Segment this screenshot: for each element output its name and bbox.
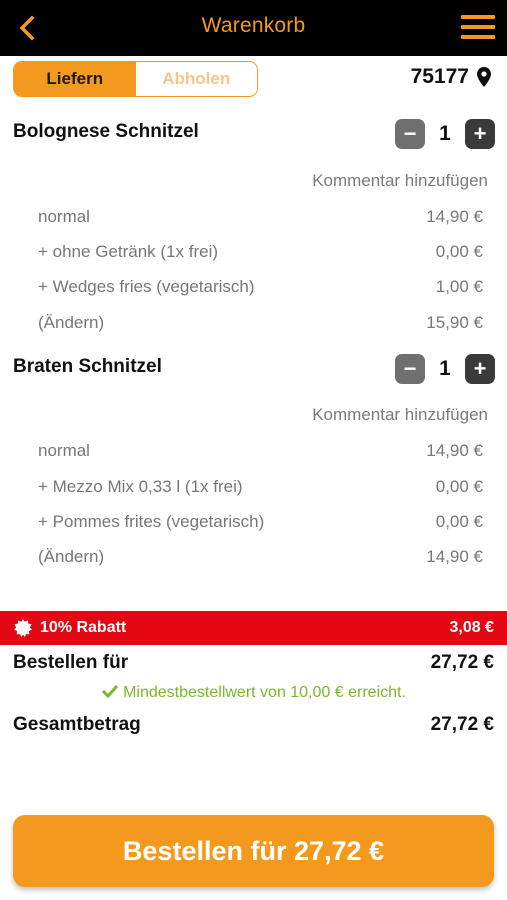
min-order-text: Mindestbestellwert von 10,00 € erreicht. (123, 684, 406, 701)
app-header: Warenkorb (0, 0, 507, 56)
add-comment-link[interactable]: Kommentar hinzufügen (312, 171, 488, 191)
place-order-button[interactable]: Bestellen für 27,72 € (13, 815, 494, 887)
line-price: 0,00 € (435, 512, 483, 531)
page-title: Warenkorb (201, 14, 306, 37)
item-line: + ohne Getränk (1x frei) 0,00 € (38, 242, 483, 262)
total-row: Gesamtbetrag 27,72 € (13, 714, 494, 736)
total-label: Gesamtbetrag (13, 714, 141, 735)
increase-quantity-button[interactable]: + (465, 354, 495, 384)
hamburger-menu-icon (461, 15, 495, 19)
quantity-value: 1 (439, 122, 451, 145)
order-for-label: Bestellen für (13, 652, 129, 673)
item-line: normal 14,90 € (38, 441, 483, 461)
item-line: (Ändern) 15,90 € (38, 313, 483, 333)
min-order-message: Mindestbestellwert von 10,00 € erreicht. (0, 684, 507, 702)
edit-item-link[interactable]: (Ändern) (38, 313, 104, 333)
item-line: + Wedges fries (vegetarisch) 1,00 € (38, 277, 483, 297)
zip-code: 75177 (410, 65, 469, 88)
discount-amount: 3,08 € (449, 619, 494, 636)
item-line: + Mezzo Mix 0,33 l (1x frei) 0,00 € (38, 477, 483, 497)
increase-quantity-button[interactable]: + (465, 119, 495, 149)
line-label: + Pommes frites (vegetarisch) (38, 512, 265, 531)
delivery-mode-toggle: Liefern Abholen (13, 61, 258, 97)
line-price: 14,90 € (426, 441, 483, 460)
line-price: 14,90 € (426, 207, 483, 226)
deliver-option[interactable]: Liefern (14, 62, 136, 96)
discount-badge-icon (14, 619, 32, 637)
line-price: 1,00 € (435, 277, 483, 296)
order-for-row: Bestellen für 27,72 € (13, 652, 494, 674)
map-pin-icon (477, 67, 491, 87)
cart-item-name: Braten Schnitzel (13, 356, 162, 377)
line-label: + ohne Getränk (1x frei) (38, 242, 219, 261)
item-subtotal: 15,90 € (426, 313, 483, 332)
edit-item-link[interactable]: (Ändern) (38, 547, 104, 567)
order-for-value: 27,72 € (430, 652, 494, 673)
quantity-stepper: − 1 + (395, 119, 495, 149)
item-line: + Pommes frites (vegetarisch) 0,00 € (38, 512, 483, 532)
add-comment-link[interactable]: Kommentar hinzufügen (312, 405, 488, 425)
quantity-value: 1 (439, 357, 451, 380)
line-label: normal (38, 441, 90, 460)
discount-banner: 10% Rabatt 3,08 € (0, 611, 507, 645)
line-label: + Mezzo Mix 0,33 l (1x frei) (38, 477, 243, 496)
line-label: + Wedges fries (vegetarisch) (38, 277, 255, 296)
total-value: 27,72 € (430, 714, 494, 735)
delivery-zip[interactable]: 75177 (411, 65, 491, 89)
quantity-stepper: − 1 + (395, 354, 495, 384)
item-subtotal: 14,90 € (426, 547, 483, 566)
line-price: 0,00 € (435, 477, 483, 496)
cart-item-name: Bolognese Schnitzel (13, 121, 199, 142)
discount-label: 10% Rabatt (40, 619, 127, 636)
line-price: 0,00 € (435, 242, 483, 261)
item-line: normal 14,90 € (38, 207, 483, 227)
decrease-quantity-button[interactable]: − (395, 119, 425, 149)
menu-button[interactable] (461, 15, 497, 41)
decrease-quantity-button[interactable]: − (395, 354, 425, 384)
line-label: normal (38, 207, 90, 226)
pickup-option[interactable]: Abholen (135, 62, 257, 96)
item-line: (Ändern) 14,90 € (38, 547, 483, 567)
check-icon (102, 684, 119, 698)
